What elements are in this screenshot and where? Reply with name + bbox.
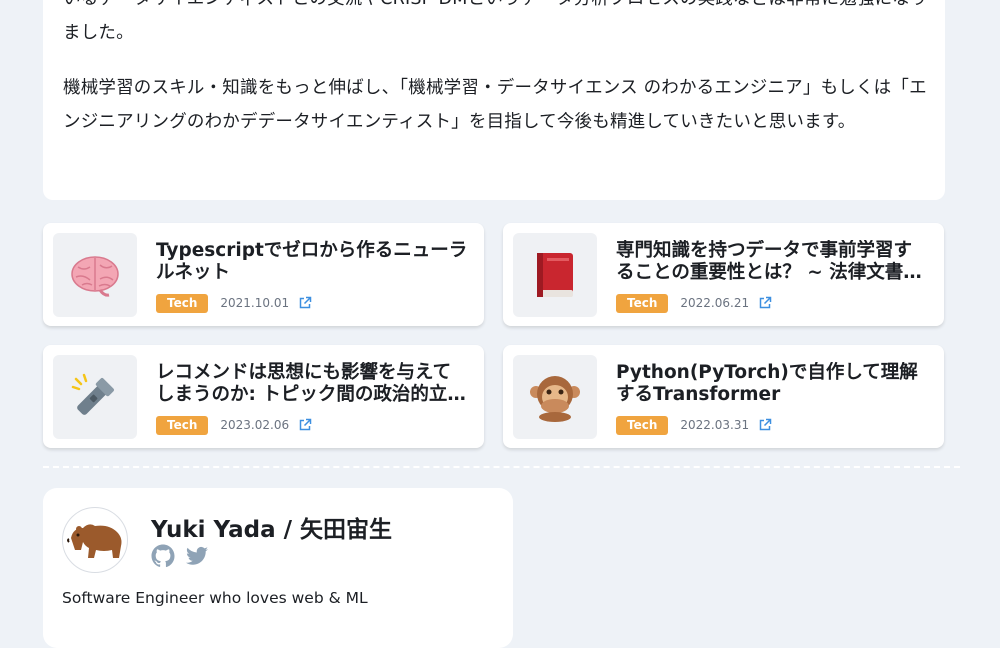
article-body: いるデータサイエンティストとの交流やCRISP-DMというデータ分析プロセスの実… bbox=[43, 0, 945, 200]
category-tag[interactable]: Tech bbox=[156, 293, 209, 313]
article-paragraph: 機械学習のスキル・知識をもっと伸ばし、「機械学習・データサイエンス のわかるエン… bbox=[63, 78, 927, 132]
category-tag[interactable]: Tech bbox=[616, 415, 669, 435]
author-name: Yuki Yada / 矢田宙生 bbox=[151, 517, 393, 543]
twitter-icon[interactable] bbox=[185, 544, 209, 568]
external-link-icon[interactable] bbox=[758, 418, 772, 432]
author-profile-card: Yuki Yada / 矢田宙生 Software Engineer who l… bbox=[43, 488, 513, 648]
post-title[interactable]: Python(PyTorch)で自作して理解するTransformer bbox=[616, 362, 928, 406]
github-icon[interactable] bbox=[151, 544, 175, 568]
brain-icon bbox=[53, 233, 137, 317]
post-date: 2022.06.21 bbox=[680, 296, 750, 310]
author-bio: Software Engineer who loves web & ML bbox=[62, 589, 368, 607]
avatar bbox=[62, 507, 128, 573]
post-date: 2021.10.01 bbox=[220, 296, 290, 310]
post-title[interactable]: Typescriptでゼロから作るニューラルネット bbox=[156, 240, 468, 284]
category-tag[interactable]: Tech bbox=[616, 293, 669, 313]
related-post-card[interactable]: レコメンドは思想にも影響を与えてしまうのか: トピック間の政治的立… Tech … bbox=[43, 345, 484, 448]
category-tag[interactable]: Tech bbox=[156, 415, 209, 435]
post-title[interactable]: 専門知識を持つデータで事前学習することの重要性とは？ ~ 法律文書… bbox=[616, 240, 928, 284]
external-link-icon[interactable] bbox=[298, 296, 312, 310]
section-divider bbox=[43, 466, 960, 468]
external-link-icon[interactable] bbox=[758, 296, 772, 310]
social-links bbox=[151, 544, 209, 568]
flashlight-icon bbox=[53, 355, 137, 439]
related-post-card[interactable]: 専門知識を持つデータで事前学習することの重要性とは？ ~ 法律文書… Tech … bbox=[503, 223, 944, 326]
related-post-card[interactable]: Typescriptでゼロから作るニューラルネット Tech 2021.10.0… bbox=[43, 223, 484, 326]
post-title[interactable]: レコメンドは思想にも影響を与えてしまうのか: トピック間の政治的立… bbox=[156, 362, 468, 406]
external-link-icon[interactable] bbox=[298, 418, 312, 432]
bear-icon bbox=[67, 524, 122, 558]
related-post-card[interactable]: Python(PyTorch)で自作して理解するTransformer Tech… bbox=[503, 345, 944, 448]
article-paragraph: いるデータサイエンティストとの交流やCRISP-DMというデータ分析プロセスの実… bbox=[63, 0, 928, 43]
post-date: 2022.03.31 bbox=[680, 418, 750, 432]
red-book-icon bbox=[513, 233, 597, 317]
speak-no-evil-monkey-icon bbox=[513, 355, 597, 439]
post-date: 2023.02.06 bbox=[220, 418, 290, 432]
